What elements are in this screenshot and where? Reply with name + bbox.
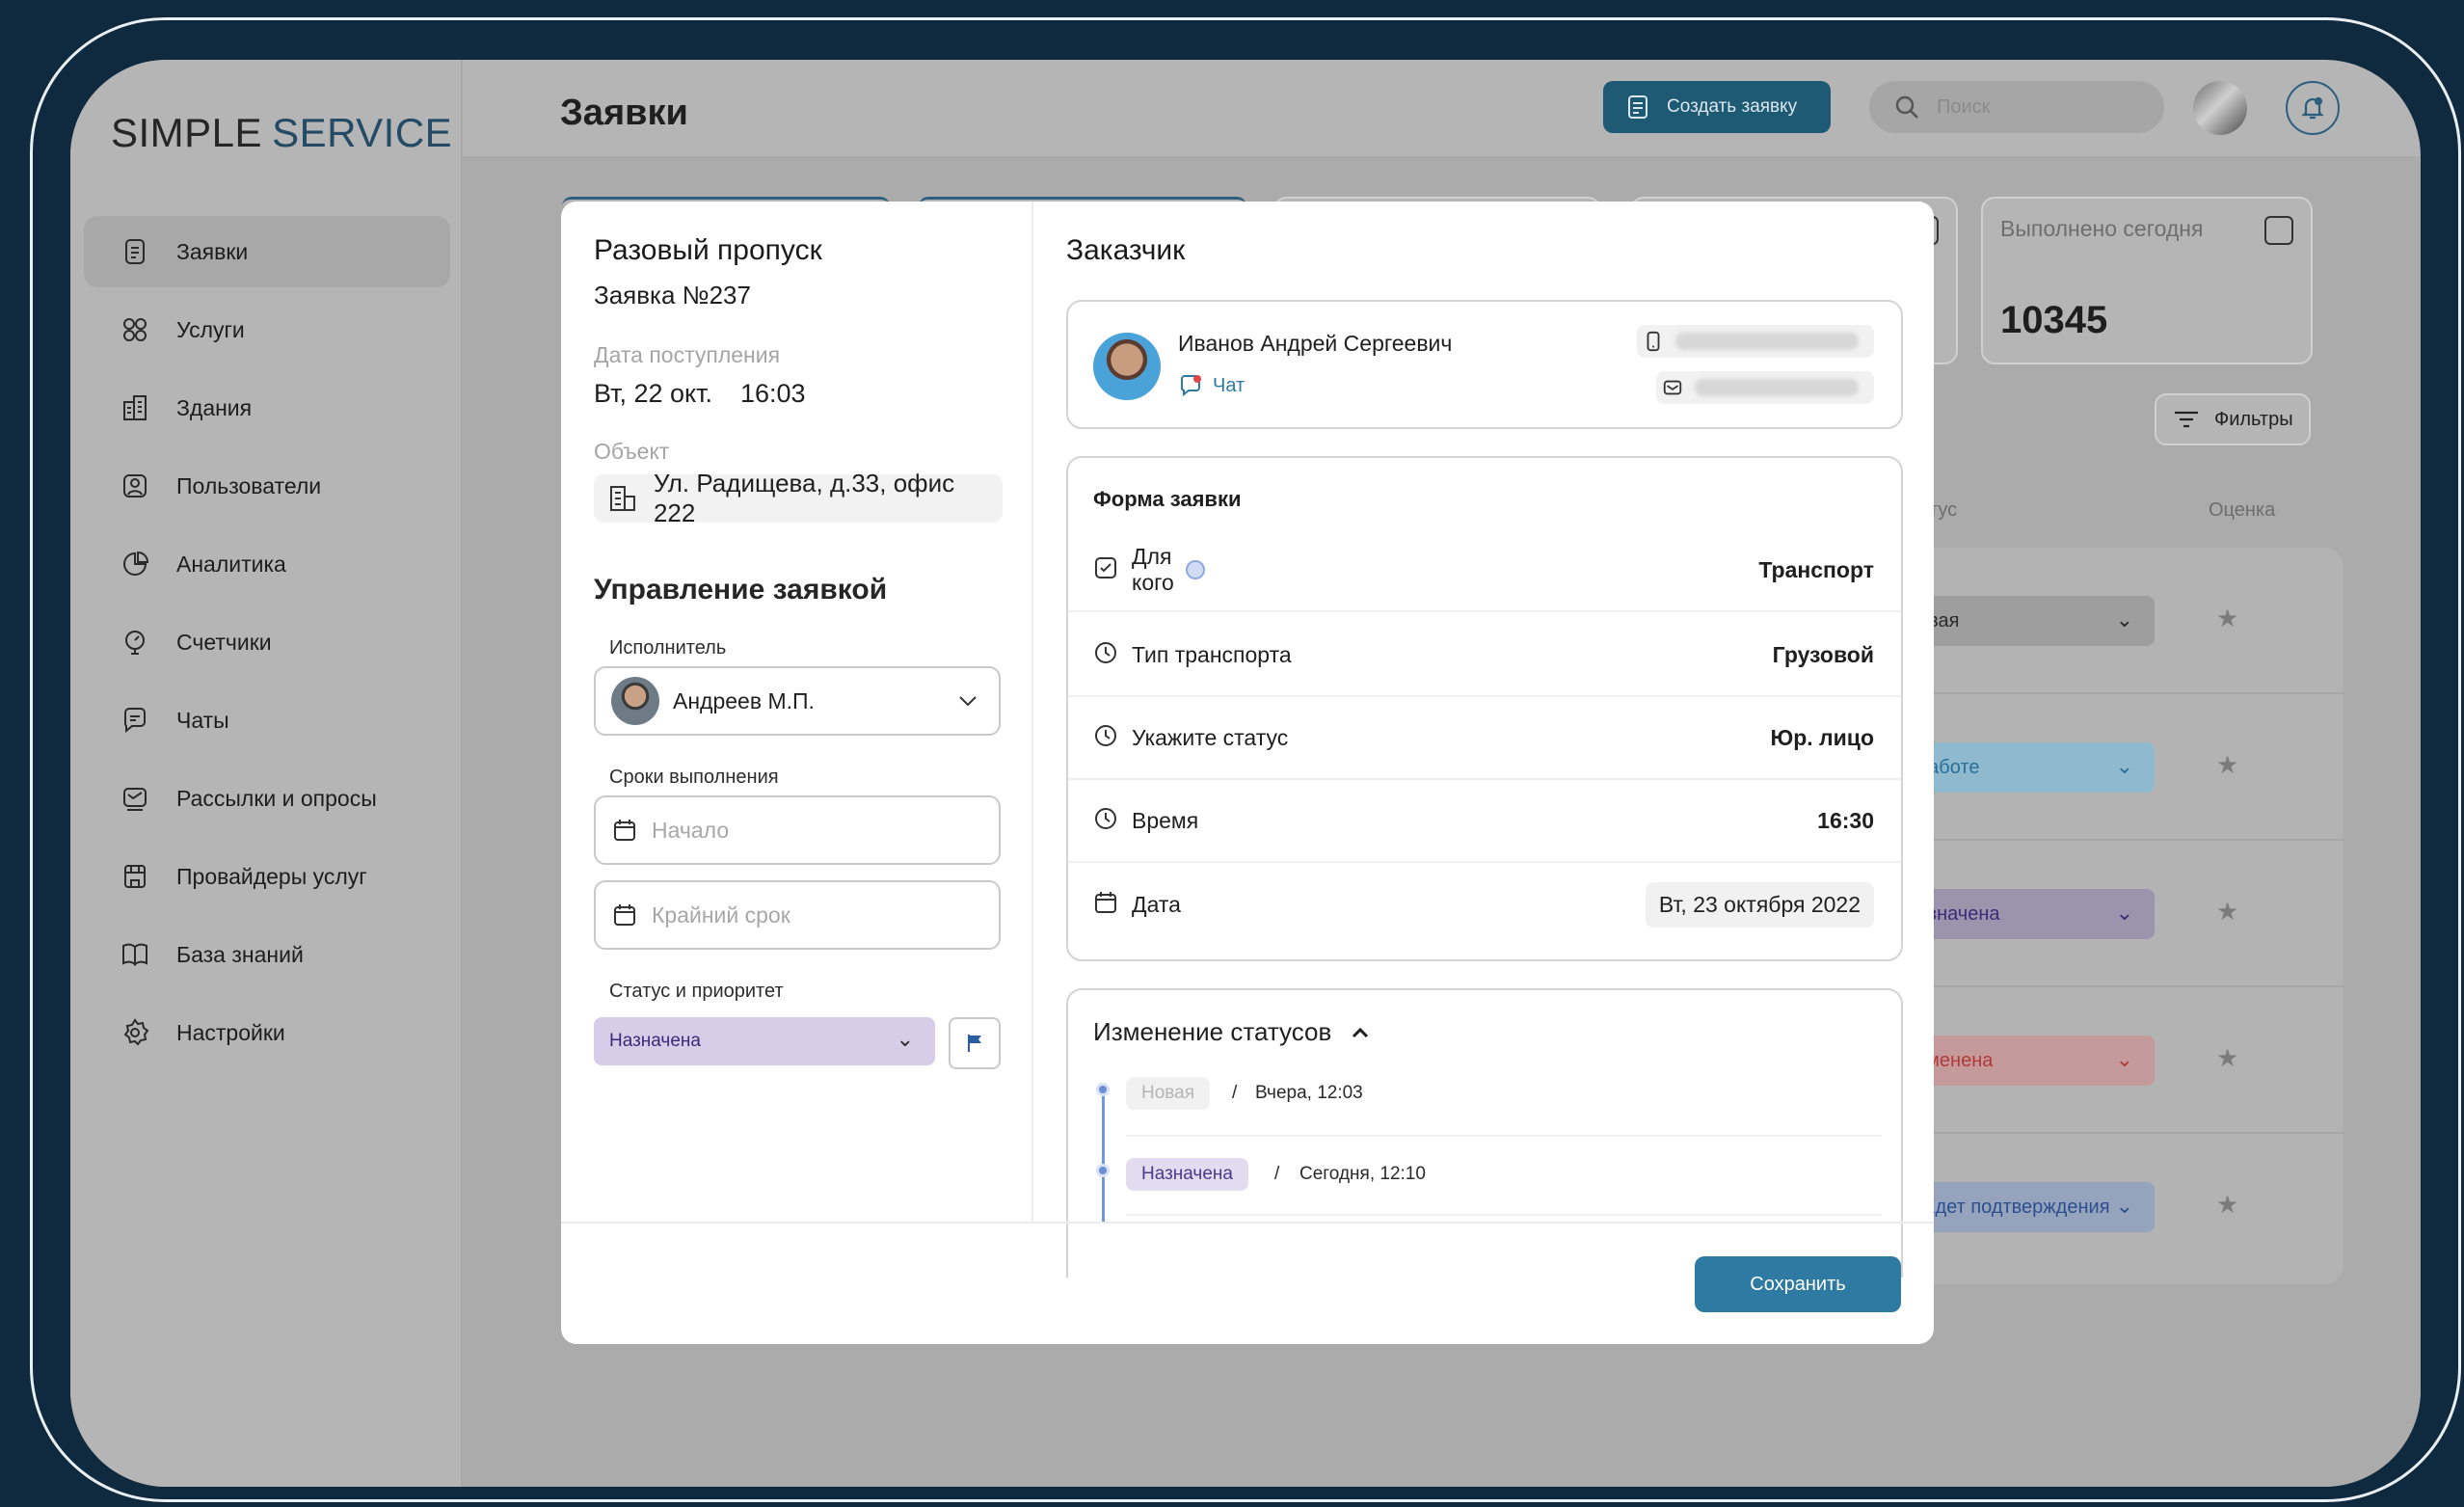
bell-icon (2301, 96, 2324, 120)
stat-label: Выполнено сегодня (2000, 216, 2204, 241)
status-dropdown[interactable]: работе ⌄ (1914, 742, 2155, 793)
table-row[interactable]: работе ⌄ ★ (1890, 694, 2343, 841)
sidebar-item-knowledge[interactable]: База знаний (84, 919, 450, 990)
status-dropdown[interactable]: азначена ⌄ (1914, 889, 2155, 939)
requests-table: овая ⌄ ★ работе ⌄ ★ азначена ⌄ ★ тменена ⌄ ★… (1890, 548, 2343, 1284)
search-placeholder: Поиск (1937, 95, 1991, 118)
stat-card (1630, 197, 1958, 364)
pie-chart-icon (119, 548, 151, 580)
chevron-down-icon: ⌄ (2115, 754, 2133, 778)
mail-icon (119, 782, 151, 815)
column-header-status: тус (1929, 499, 1958, 521)
sidebar-item-label: Провайдеры услуг (176, 863, 367, 889)
chevron-down-icon: ⌄ (2115, 607, 2133, 632)
sidebar-item-label: Услуги (176, 316, 245, 342)
notifications-button[interactable] (2286, 81, 2340, 135)
gear-icon (119, 1016, 151, 1049)
status-text: Ждет подтверждения (1917, 1196, 2110, 1218)
star-icon[interactable]: ★ (2216, 750, 2238, 780)
sidebar-item-analytics[interactable]: Аналитика (84, 528, 450, 600)
sidebar-item-label: Настройки (176, 1019, 285, 1045)
store-icon (119, 860, 151, 893)
status-text: овая (1917, 609, 1960, 632)
app-window: SIMPLE SERVICE Заявки Услуги Здания Польз… (70, 60, 2421, 1487)
sidebar-item-label: Аналитика (176, 551, 286, 577)
filter-icon (2175, 411, 2198, 428)
table-row[interactable]: тменена ⌄ ★ (1890, 987, 2343, 1134)
checkbox-icon (2264, 216, 2293, 245)
user-avatar[interactable] (2193, 81, 2247, 135)
sidebar: SIMPLE SERVICE Заявки Услуги Здания Польз… (70, 60, 463, 1487)
sidebar-item-label: Рассылки и опросы (176, 785, 377, 811)
user-icon (119, 470, 151, 502)
status-text: азначена (1917, 902, 2000, 925)
brand-part1: SIMPLE (111, 110, 263, 155)
status-dropdown[interactable]: Ждет подтверждения ⌄ (1914, 1182, 2155, 1232)
page-title: Заявки (560, 93, 688, 133)
sidebar-item-label: Пользователи (176, 472, 322, 498)
filters-label: Фильтры (2214, 408, 2293, 430)
status-text: работе (1917, 756, 1980, 778)
search-input[interactable]: Поиск (1869, 81, 2164, 133)
sidebar-item-settings[interactable]: Настройки (84, 997, 450, 1068)
stat-card-stub (562, 197, 890, 206)
table-row[interactable]: Ждет подтверждения ⌄ ★ (1890, 1134, 2343, 1280)
status-dropdown[interactable]: тменена ⌄ (1914, 1036, 2155, 1086)
star-icon[interactable]: ★ (2216, 1190, 2238, 1220)
table-row[interactable]: азначена ⌄ ★ (1890, 841, 2343, 987)
create-request-button[interactable]: Создать заявку (1603, 81, 1831, 133)
status-dropdown[interactable]: овая ⌄ (1914, 596, 2155, 646)
star-icon[interactable]: ★ (2216, 604, 2238, 633)
sidebar-item-label: Счетчики (176, 629, 272, 655)
sidebar-item-label: Здания (176, 394, 253, 420)
sidebar-item-label: Заявки (176, 238, 249, 264)
sidebar-item-mailings[interactable]: Рассылки и опросы (84, 763, 450, 834)
brand-part2: SERVICE (272, 110, 453, 155)
brand-logo: SIMPLE SERVICE (111, 110, 452, 156)
grid-icon (119, 313, 151, 346)
stat-card-done-today: Выполнено сегодня 10345 (1981, 197, 2313, 364)
document-icon (1628, 95, 1647, 119)
document-icon (119, 235, 151, 268)
meter-icon (119, 626, 151, 659)
sidebar-item-label: Чаты (176, 707, 229, 733)
create-request-label: Создать заявку (1667, 96, 1798, 117)
book-icon (119, 938, 151, 971)
star-icon[interactable]: ★ (2216, 1043, 2238, 1073)
star-icon[interactable]: ★ (2216, 897, 2238, 927)
sidebar-item-meters[interactable]: Счетчики (84, 606, 450, 678)
building-icon (119, 391, 151, 424)
table-row[interactable]: овая ⌄ ★ (1890, 548, 2343, 694)
chevron-down-icon: ⌄ (2115, 901, 2133, 925)
stat-value: 10345 (2000, 299, 2108, 341)
sidebar-item-providers[interactable]: Провайдеры услуг (84, 841, 450, 912)
stat-card-stub (919, 197, 1246, 206)
sidebar-item-label: База знаний (176, 941, 304, 967)
sidebar-item-services[interactable]: Услуги (84, 294, 450, 365)
sidebar-item-requests[interactable]: Заявки (84, 216, 450, 287)
chevron-down-icon: ⌄ (2115, 1194, 2133, 1218)
sidebar-item-users[interactable]: Пользователи (84, 450, 450, 522)
chat-icon (119, 704, 151, 737)
stat-card (1273, 197, 1601, 364)
column-header-rating: Оценка (2209, 499, 2276, 521)
sidebar-item-chats[interactable]: Чаты (84, 685, 450, 756)
chevron-down-icon: ⌄ (2115, 1047, 2133, 1071)
checkbox-icon (1910, 216, 1939, 245)
sidebar-nav: Заявки Услуги Здания Пользователи Аналит… (84, 216, 450, 1075)
status-text: тменена (1917, 1049, 1994, 1071)
sidebar-item-buildings[interactable]: Здания (84, 372, 450, 444)
search-icon (1895, 95, 1918, 119)
filters-button[interactable]: Фильтры (2155, 393, 2311, 445)
